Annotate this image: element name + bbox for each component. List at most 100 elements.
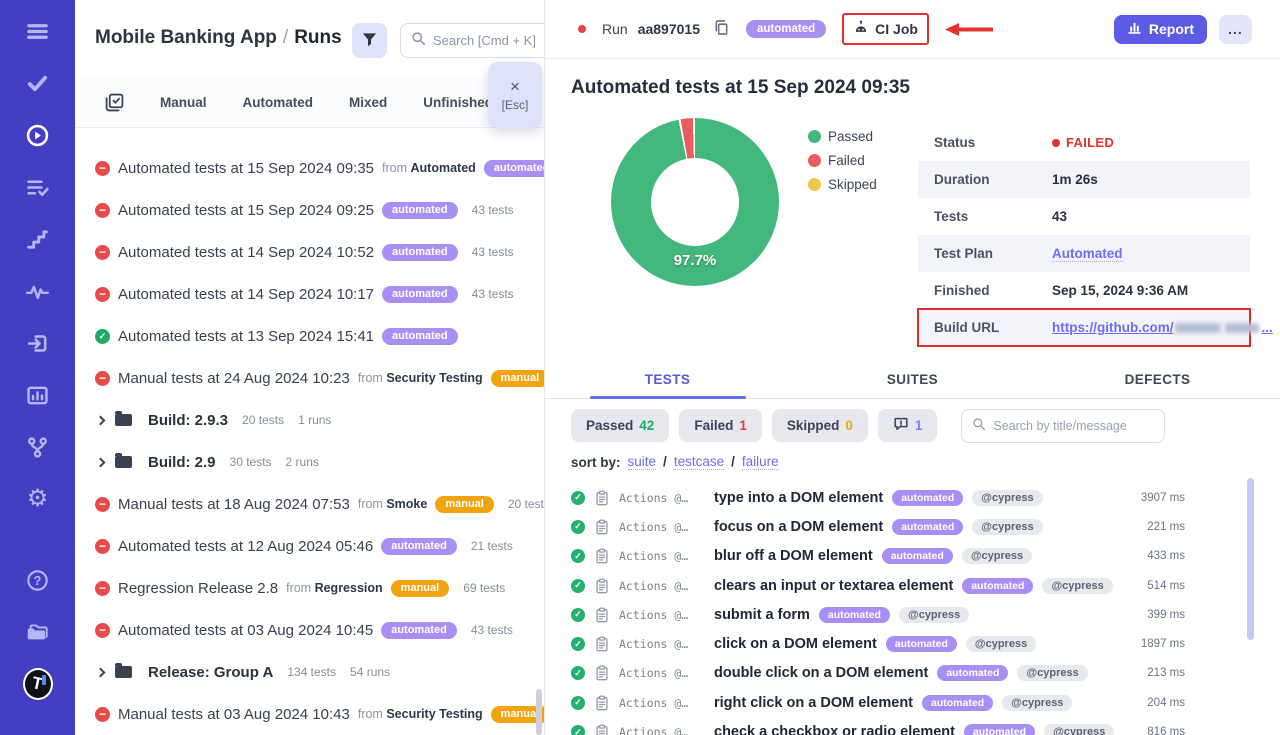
menu-icon[interactable] xyxy=(23,16,53,46)
run-type-tab[interactable]: Automated xyxy=(243,95,314,110)
pulse-icon[interactable] xyxy=(23,276,53,306)
milestones-steps-icon[interactable] xyxy=(23,224,53,254)
run-status-icon xyxy=(95,329,110,344)
sort-option[interactable]: / xyxy=(663,454,667,470)
run-list-item[interactable]: Release: Group A 134 tests 54 runs xyxy=(75,651,544,693)
test-row[interactable]: Actions @… blur off a DOM element automa… xyxy=(571,542,1280,571)
import-icon[interactable] xyxy=(23,328,53,358)
test-suite[interactable]: Actions @… xyxy=(619,520,705,534)
detail-tab[interactable]: TESTS xyxy=(545,362,790,398)
global-search-input[interactable] xyxy=(433,33,545,48)
help-icon[interactable]: ? xyxy=(23,565,53,595)
test-title[interactable]: click on a DOM element xyxy=(714,636,877,652)
checkmark-icon[interactable] xyxy=(23,68,53,98)
folder-icon xyxy=(115,666,132,678)
test-title[interactable]: clears an input or textarea element xyxy=(714,578,953,594)
test-row[interactable]: Actions @… right click on a DOM element … xyxy=(571,688,1280,717)
test-suite[interactable]: Actions @… xyxy=(619,725,705,735)
run-type-tab[interactable]: Mixed xyxy=(349,95,387,110)
passed-filter-button[interactable]: Passed 42 xyxy=(571,409,669,442)
test-row[interactable]: Actions @… type into a DOM element autom… xyxy=(571,483,1280,512)
ci-job-button[interactable]: CI Job xyxy=(842,13,929,45)
tests-search[interactable] xyxy=(961,409,1165,443)
sort-option[interactable]: testcase xyxy=(674,454,724,470)
sort-option[interactable]: failure xyxy=(742,454,779,470)
test-title[interactable]: double click on a DOM element xyxy=(714,665,928,681)
test-row[interactable]: Actions @… clears an input or textarea e… xyxy=(571,571,1280,600)
sort-option[interactable]: suite xyxy=(628,454,657,470)
test-row[interactable]: Actions @… double click on a DOM element… xyxy=(571,659,1280,688)
run-type-tab[interactable]: Unfinished xyxy=(423,95,493,110)
run-list-item[interactable]: Build: 2.9 30 tests 2 runs xyxy=(75,441,544,483)
comments-filter-button[interactable]: 1 xyxy=(878,409,938,442)
testomat-logo[interactable]: T xyxy=(23,669,53,699)
run-type-tab[interactable]: Manual xyxy=(160,95,207,110)
skipped-filter-button[interactable]: Skipped 0 xyxy=(772,409,868,442)
tests-search-input[interactable] xyxy=(993,419,1143,433)
run-list-item[interactable]: Build: 2.9.3 20 tests 1 runs xyxy=(75,399,544,441)
test-title[interactable]: check a checkbox or radio element xyxy=(714,724,955,735)
test-suite[interactable]: Actions @… xyxy=(619,579,705,593)
test-suite[interactable]: Actions @… xyxy=(619,549,705,563)
test-row[interactable]: Actions @… submit a form automated @cypr… xyxy=(571,600,1280,629)
test-automated-badge: automated xyxy=(892,490,963,506)
test-title[interactable]: blur off a DOM element xyxy=(714,548,873,564)
report-button[interactable]: Report xyxy=(1114,15,1207,44)
test-suite[interactable]: Actions @… xyxy=(619,608,705,622)
run-meta-tests: 20 tests xyxy=(508,497,544,511)
test-title[interactable]: right click on a DOM element xyxy=(714,695,913,711)
detail-tab[interactable]: DEFECTS xyxy=(1035,362,1280,398)
chevron-right-icon[interactable] xyxy=(96,457,106,467)
select-runs-icon[interactable] xyxy=(105,93,124,112)
test-title[interactable]: type into a DOM element xyxy=(714,490,883,506)
chevron-right-icon[interactable] xyxy=(96,667,106,677)
settings-gear-icon[interactable]: ⚙ xyxy=(23,484,53,514)
tests-scrollbar[interactable] xyxy=(1247,478,1254,640)
test-title[interactable]: focus on a DOM element xyxy=(714,519,883,535)
chevron-right-icon[interactable] xyxy=(96,415,106,425)
runs-play-icon[interactable] xyxy=(23,120,53,150)
test-row[interactable]: Actions @… check a checkbox or radio ele… xyxy=(571,717,1280,735)
run-list-item[interactable]: Automated tests at 12 Aug 2024 05:46 aut… xyxy=(75,525,544,567)
test-suite[interactable]: Actions @… xyxy=(619,666,705,680)
branch-icon[interactable] xyxy=(23,432,53,462)
run-list-item[interactable]: Automated tests at 03 Aug 2024 10:45 aut… xyxy=(75,609,544,651)
failed-filter-button[interactable]: Failed 1 xyxy=(679,409,762,442)
test-row[interactable]: Actions @… focus on a DOM element automa… xyxy=(571,512,1280,541)
more-actions-button[interactable]: ... xyxy=(1219,15,1252,44)
run-list-item[interactable]: Manual tests at 24 Aug 2024 10:23 from S… xyxy=(75,357,544,399)
run-list-item[interactable]: Manual tests at 18 Aug 2024 07:53 from S… xyxy=(75,483,544,525)
run-list-item[interactable]: Automated tests at 13 Sep 2024 15:41 aut… xyxy=(75,315,544,357)
test-suite[interactable]: Actions @… xyxy=(619,696,705,710)
build-url-link[interactable]: https://github.com/... xyxy=(1052,320,1273,335)
sort-option[interactable]: / xyxy=(731,454,735,470)
test-suite[interactable]: Actions @… xyxy=(619,637,705,651)
analytics-icon[interactable] xyxy=(23,380,53,410)
run-title: Automated tests at 15 Sep 2024 09:35 xyxy=(118,160,374,177)
test-row[interactable]: Actions @… click on a DOM element automa… xyxy=(571,629,1280,658)
test-plans-icon[interactable] xyxy=(23,172,53,202)
copy-run-id-button[interactable] xyxy=(712,19,732,39)
run-list-item[interactable]: Automated tests at 14 Sep 2024 10:17 aut… xyxy=(75,273,544,315)
test-plan-link[interactable]: Automated xyxy=(1052,246,1123,262)
global-search[interactable] xyxy=(400,23,545,58)
legend-label: Skipped xyxy=(828,177,877,192)
run-title: Automated tests at 13 Sep 2024 15:41 xyxy=(118,328,374,345)
test-framework-badge: @cypress xyxy=(1042,578,1112,594)
test-title[interactable]: submit a form xyxy=(714,607,810,623)
status-value: FAILED xyxy=(1052,135,1114,150)
detail-tab[interactable]: SUITES xyxy=(790,362,1035,398)
run-list-item[interactable]: Automated tests at 15 Sep 2024 09:25 aut… xyxy=(75,189,544,231)
run-list-item[interactable]: Automated tests at 15 Sep 2024 09:35 fro… xyxy=(75,147,544,189)
run-list-item[interactable]: Manual tests at 03 Aug 2024 10:43 from S… xyxy=(75,693,544,735)
run-type-badge: automated xyxy=(382,202,458,219)
test-suite[interactable]: Actions @… xyxy=(619,491,705,505)
filter-button[interactable] xyxy=(352,23,387,58)
projects-folder-icon[interactable] xyxy=(23,617,53,647)
project-name[interactable]: Mobile Banking App xyxy=(95,27,277,48)
run-list-item[interactable]: Regression Release 2.8 from Regression m… xyxy=(75,567,544,609)
left-panel-scrollbar[interactable] xyxy=(536,689,542,735)
run-list-item[interactable]: Automated tests at 14 Sep 2024 10:52 aut… xyxy=(75,231,544,273)
esc-close-popover[interactable]: × [Esc] xyxy=(488,62,542,128)
close-icon[interactable]: × xyxy=(510,78,520,95)
